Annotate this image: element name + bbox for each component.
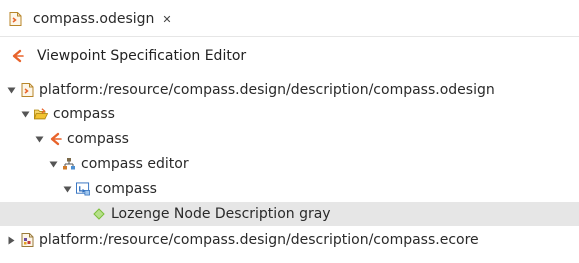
tree-row-lozenge-node[interactable]: Lozenge Node Description gray — [0, 202, 579, 226]
expand-down-icon[interactable] — [34, 134, 44, 144]
tree-row-ecore-resource[interactable]: platform:/resource/compass.design/descri… — [6, 228, 579, 252]
expand-down-icon[interactable] — [48, 159, 58, 169]
expand-right-icon[interactable] — [6, 235, 16, 245]
viewpoint-icon — [10, 49, 24, 63]
tree-row-label: compass — [95, 181, 157, 197]
expand-down-icon[interactable] — [20, 109, 30, 119]
expand-down-icon[interactable] — [62, 184, 72, 194]
default-layer-icon — [76, 182, 90, 196]
tree-row-label: platform:/resource/compass.design/descri… — [39, 82, 495, 98]
tree-row-label: platform:/resource/compass.design/descri… — [39, 232, 479, 248]
tree-row-label: compass — [53, 106, 115, 122]
viewpoint-icon — [48, 132, 62, 146]
node-style-icon — [92, 207, 106, 221]
tab-compass-odesign[interactable]: compass.odesign ✕ — [8, 7, 172, 31]
tree-row-label: compass — [67, 131, 129, 147]
tree-row-odesign-resource[interactable]: platform:/resource/compass.design/descri… — [6, 78, 579, 102]
tree-row-compass-group[interactable]: compass — [20, 102, 579, 126]
tree-row-label: compass editor — [81, 156, 189, 172]
diagram-description-icon — [62, 157, 76, 171]
tree-row-compass-viewpoint[interactable]: compass — [34, 127, 579, 151]
odesign-file-icon — [20, 83, 34, 97]
tab-title: compass.odesign — [33, 11, 155, 27]
tree-row-label: Lozenge Node Description gray — [111, 206, 331, 222]
editor-tab-strip: compass.odesign ✕ — [0, 0, 579, 37]
tree-row-compass-editor[interactable]: compass editor — [48, 152, 579, 176]
open-folder-icon — [34, 107, 48, 121]
editor-title: Viewpoint Specification Editor — [10, 44, 246, 68]
ecore-file-icon — [20, 233, 34, 247]
editor-title-label: Viewpoint Specification Editor — [37, 48, 247, 64]
expand-down-icon[interactable] — [6, 85, 16, 95]
odesign-file-icon — [8, 12, 22, 26]
tree-row-compass-layer[interactable]: compass — [62, 177, 579, 201]
close-tab-icon[interactable]: ✕ — [162, 13, 171, 26]
